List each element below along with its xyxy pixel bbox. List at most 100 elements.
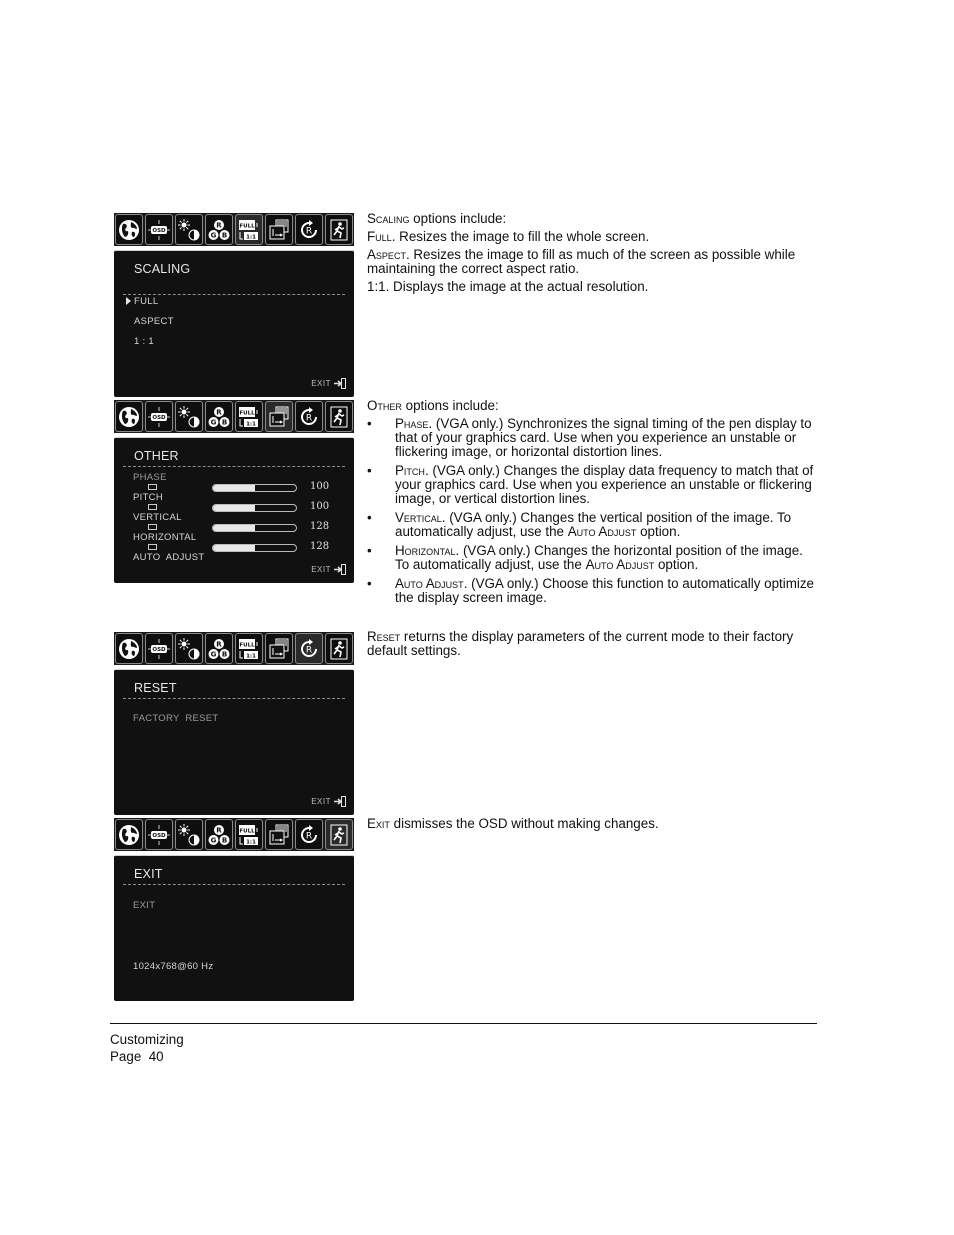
globe-language-icon: [115, 633, 143, 664]
brightness-contrast-icon: [175, 214, 203, 245]
pitch-icon: [148, 504, 157, 510]
page-footer: Customizing Page 40: [110, 1031, 184, 1065]
setting-label-auto-adjust: AUTO ADJUST: [133, 552, 205, 563]
phase-icon: [148, 484, 157, 490]
vertical-value: 128: [310, 521, 330, 532]
other-settings-icon: [265, 214, 293, 245]
term: Full: [367, 229, 392, 244]
exit-running-man-icon: [325, 633, 353, 664]
osd-icon-bar: [114, 400, 354, 433]
exit-running-man-icon: [325, 819, 353, 850]
term: Horizontal: [395, 543, 456, 558]
osd-panel-exit: EXIT EXIT 1024x768@60 Hz: [114, 818, 354, 1001]
text: . Resizes the image to fill as much of t…: [367, 247, 796, 276]
osd-position-icon: [145, 819, 173, 850]
setting-label-vertical: VERTICAL: [133, 512, 182, 523]
bullet-icon: •: [367, 416, 372, 431]
brightness-contrast-icon: [175, 819, 203, 850]
bullet-icon: •: [367, 510, 372, 525]
text: options include:: [401, 398, 499, 413]
term: Auto Adjust: [567, 524, 637, 539]
term: Other: [367, 398, 402, 413]
phase-slider[interactable]: [212, 484, 297, 492]
osd-title: EXIT: [134, 867, 163, 881]
resolution-readout: 1024x768@60 Hz: [133, 961, 214, 972]
bullet-icon: •: [367, 576, 372, 591]
osd-position-icon: [145, 214, 173, 245]
osd-title: OTHER: [134, 449, 179, 463]
osd-icon-bar: [114, 213, 354, 246]
osd-icon-bar: [114, 632, 354, 665]
vertical-slider[interactable]: [212, 524, 297, 532]
text: option.: [636, 524, 681, 539]
bullet-icon: •: [367, 543, 372, 558]
setting-label-pitch: PITCH: [133, 492, 163, 503]
osd-position-icon: [145, 633, 173, 664]
other-settings-icon: [265, 819, 293, 850]
globe-language-icon: [115, 401, 143, 432]
scaling-description: Scaling options include: Full. Resizes t…: [367, 212, 817, 298]
other-description: Other options include: • Phase. (VGA only…: [367, 399, 817, 610]
osd-position-icon: [145, 401, 173, 432]
rgb-color-icon: [205, 819, 233, 850]
menu-item-one-to-one: 1 : 1: [134, 336, 154, 347]
pitch-slider[interactable]: [212, 504, 297, 512]
osd-title: RESET: [134, 681, 177, 695]
reset-description: Reset returns the display parameters of …: [367, 630, 817, 662]
divider: [123, 884, 345, 885]
other-settings-icon: [265, 633, 293, 664]
osd-title: SCALING: [134, 262, 191, 276]
reset-icon: [295, 633, 323, 664]
exit-arrow-icon: [334, 564, 346, 575]
exit-arrow-icon: [334, 378, 346, 389]
osd-body: SCALING FULL ASPECT 1 : 1 EXIT: [114, 250, 354, 397]
horizontal-slider[interactable]: [212, 544, 297, 552]
scaling-icon: [235, 633, 263, 664]
osd-icon-bar: [114, 818, 354, 851]
bullet-item-pitch: • Pitch. (VGA only.) Changes the display …: [367, 464, 817, 506]
osd-panel-reset: RESET FACTORY RESET EXIT: [114, 632, 354, 815]
term: Exit: [367, 816, 390, 831]
phase-value: 100: [310, 481, 330, 492]
exit-hint: EXIT: [311, 564, 346, 575]
reset-icon: [295, 401, 323, 432]
divider: [123, 294, 345, 295]
exit-running-man-icon: [325, 401, 353, 432]
reset-icon: [295, 214, 323, 245]
text: returns the display parameters of the cu…: [367, 629, 794, 658]
scaling-icon: [235, 819, 263, 850]
exit-label: EXIT: [311, 565, 331, 574]
osd-panel-other: OTHER PHASE 100 PITCH 100 VERTICAL 128 H…: [114, 400, 354, 583]
globe-language-icon: [115, 819, 143, 850]
divider: [123, 466, 345, 467]
term: Auto Adjust: [585, 557, 655, 572]
text: . (VGA only.) Synchronizes the signal ti…: [395, 416, 812, 459]
selection-arrow-icon: [126, 297, 131, 305]
scaling-icon: [235, 401, 263, 432]
horizontal-value: 128: [310, 541, 330, 552]
footer-section: Customizing: [110, 1032, 184, 1047]
scaling-icon: [235, 214, 263, 245]
bullet-item-vertical: • Vertical. (VGA only.) Changes the verti…: [367, 511, 817, 539]
menu-item-factory-reset: FACTORY RESET: [133, 713, 219, 724]
exit-label: EXIT: [311, 379, 331, 388]
bullet-item-auto-adjust: • Auto Adjust. (VGA only.) Choose this fu…: [367, 577, 817, 605]
term: Vertical: [395, 510, 442, 525]
setting-label-phase: PHASE: [133, 472, 167, 483]
text: dismisses the OSD without making changes…: [389, 816, 659, 831]
other-settings-icon: [265, 401, 293, 432]
vertical-icon: [148, 524, 157, 530]
exit-hint: EXIT: [311, 378, 346, 389]
bullet-icon: •: [367, 463, 372, 478]
text: . (VGA only.) Changes the display data f…: [395, 463, 814, 506]
rgb-color-icon: [205, 401, 233, 432]
rgb-color-icon: [205, 633, 233, 664]
osd-body: EXIT EXIT 1024x768@60 Hz: [114, 855, 354, 1001]
rgb-color-icon: [205, 214, 233, 245]
setting-label-horizontal: HORIZONTAL: [133, 532, 197, 543]
term: Scaling: [367, 211, 410, 226]
term: Phase: [395, 416, 429, 431]
reset-icon: [295, 819, 323, 850]
exit-running-man-icon: [325, 214, 353, 245]
footer-page-number: Page 40: [110, 1049, 164, 1064]
